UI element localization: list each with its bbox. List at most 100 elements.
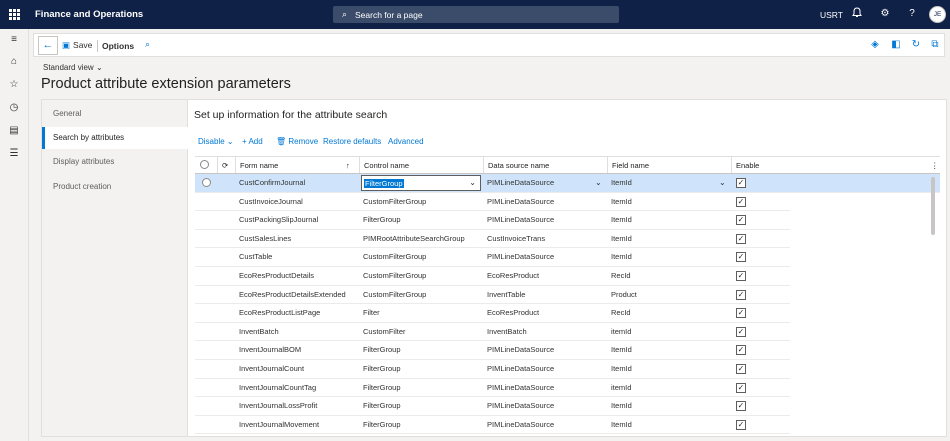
table-row[interactable]: InventBatch CustomFilter InventBatch itemId… xyxy=(195,323,790,342)
data-source-name-cell[interactable]: CustInvoiceTrans xyxy=(483,230,607,248)
enable-checkbox[interactable]: ✓ xyxy=(736,178,746,188)
field-name-cell[interactable]: ItemId xyxy=(607,211,731,229)
avatar[interactable]: JE xyxy=(929,6,946,23)
field-name-cell[interactable]: ItemId xyxy=(607,397,731,415)
field-name-cell[interactable]: RecId xyxy=(607,304,731,322)
refresh-icon[interactable]: ↻ xyxy=(910,39,922,50)
table-row[interactable]: EcoResProductDetailsExtended CustomFilter… xyxy=(195,286,790,305)
help-icon[interactable]: ? xyxy=(905,7,919,21)
global-search-box[interactable]: ⌕ Search for a page xyxy=(333,6,619,23)
data-source-name-cell[interactable]: PIMLineDataSource xyxy=(483,379,607,397)
chevron-down-icon[interactable]: ⌄ xyxy=(595,174,602,192)
enable-checkbox[interactable]: ✓ xyxy=(736,419,746,430)
enable-checkbox[interactable]: ✓ xyxy=(736,252,746,263)
row-select-cell[interactable] xyxy=(195,193,217,211)
view-selector[interactable]: Standard view ⌄ xyxy=(43,63,103,72)
control-name-cell[interactable]: CustomFilterGroup xyxy=(359,248,483,266)
enable-checkbox[interactable]: ✓ xyxy=(736,401,746,412)
control-name-cell[interactable]: CustomFilter xyxy=(359,323,483,341)
data-source-name-cell[interactable]: PIMLineDataSource xyxy=(483,248,607,266)
control-name-cell[interactable]: CustomFilterGroup xyxy=(359,286,483,304)
row-select-cell[interactable] xyxy=(195,248,217,266)
table-row[interactable]: CustSalesLines PIMRootAttributeSearchGrou… xyxy=(195,230,790,249)
row-select-cell[interactable] xyxy=(195,397,217,415)
table-row[interactable]: InventJournalBOM FilterGroup PIMLineDataSo… xyxy=(195,341,790,360)
data-source-name-cell[interactable]: PIMLineDataSource xyxy=(483,211,607,229)
form-name-cell[interactable]: CustInvoiceJournal xyxy=(235,193,359,211)
header-control-name[interactable]: Control name xyxy=(359,157,483,173)
form-name-cell[interactable]: CustPackingSlipJournal xyxy=(235,211,359,229)
table-row[interactable]: CustTable CustomFilterGroup PIMLineDataSou… xyxy=(195,248,790,267)
home-icon[interactable]: ⌂ xyxy=(7,55,21,69)
control-name-cell[interactable]: FilterGroup xyxy=(359,360,483,378)
form-name-cell[interactable]: EcoResProductDetailsExtended xyxy=(235,286,359,304)
table-row[interactable]: InventJournalCount FilterGroup PIMLineData… xyxy=(195,360,790,379)
row-select-radio[interactable] xyxy=(202,178,211,187)
select-all-column[interactable] xyxy=(195,157,217,173)
enable-checkbox[interactable]: ✓ xyxy=(736,271,746,281)
form-name-cell[interactable]: CustSalesLines xyxy=(235,230,359,248)
refresh-column[interactable]: ⟳ xyxy=(217,157,235,173)
bell-icon[interactable] xyxy=(850,7,864,23)
company-picker[interactable]: USRT xyxy=(820,10,843,20)
data-source-name-cell[interactable]: EcoResProduct xyxy=(483,267,607,285)
vertical-scrollbar[interactable] xyxy=(931,177,935,235)
enable-checkbox[interactable]: ✓ xyxy=(736,364,746,374)
control-name-cell[interactable]: FilterGroup xyxy=(359,397,483,415)
hamburger-menu-icon[interactable]: ≡ xyxy=(7,33,21,47)
chevron-down-icon[interactable]: ⌄ xyxy=(469,178,476,187)
table-row[interactable]: InventJournalLossProfit FilterGroup PIMLin… xyxy=(195,397,790,416)
form-name-cell[interactable]: InventJournalBOM xyxy=(235,341,359,359)
field-name-cell[interactable]: ItemId xyxy=(607,230,731,248)
data-source-name-cell[interactable]: PIMLineDataSource xyxy=(483,193,607,211)
modules-list-icon[interactable]: ☰ xyxy=(7,147,21,161)
form-name-cell[interactable]: CustConfirmJournal xyxy=(235,174,359,192)
form-name-cell[interactable]: InventJournalCount xyxy=(235,360,359,378)
chevron-down-icon[interactable]: ⌄ xyxy=(719,174,726,192)
add-button[interactable]: + Add xyxy=(242,137,263,146)
form-name-cell[interactable]: CustTable xyxy=(235,248,359,266)
enable-checkbox[interactable]: ✓ xyxy=(736,308,746,319)
table-row[interactable]: CustPackingSlipJournal FilterGroup PIMLine… xyxy=(195,211,790,230)
enable-checkbox[interactable]: ✓ xyxy=(736,345,746,356)
data-source-name-cell[interactable]: PIMLineDataSource xyxy=(483,174,607,192)
field-name-cell[interactable]: ItemId xyxy=(607,248,731,266)
table-row[interactable]: InventJournalCountTag FilterGroup PIMLineD… xyxy=(195,379,790,398)
action-search-icon[interactable]: ⌕ xyxy=(145,39,150,50)
workspace-icon[interactable]: ▤ xyxy=(7,124,21,138)
app-title[interactable]: Finance and Operations xyxy=(35,9,143,20)
advanced-button[interactable]: Advanced xyxy=(388,137,424,146)
data-source-name-cell[interactable]: PIMLineDataSource xyxy=(483,416,607,434)
field-name-cell[interactable]: ItemId xyxy=(607,174,731,192)
field-name-cell[interactable]: ItemId xyxy=(607,360,731,378)
header-field-name[interactable]: Field name xyxy=(607,157,731,173)
table-row[interactable]: EcoResProductDetails CustomFilterGroup Eco… xyxy=(195,267,790,286)
app-launcher-icon[interactable] xyxy=(9,9,20,20)
table-row[interactable]: EcoResProductListPage Filter EcoResProduct… xyxy=(195,304,790,323)
enable-checkbox[interactable]: ✓ xyxy=(736,233,746,244)
clock-icon[interactable]: ◷ xyxy=(7,101,21,115)
form-name-cell[interactable]: EcoResProductDetails xyxy=(235,267,359,285)
data-source-name-cell[interactable]: PIMLineDataSource xyxy=(483,360,607,378)
row-select-cell[interactable] xyxy=(195,267,217,285)
save-button[interactable]: ▣ Save xyxy=(62,40,92,51)
gear-icon[interactable]: ⚙ xyxy=(878,7,892,21)
data-source-name-cell[interactable]: PIMLineDataSource xyxy=(483,397,607,415)
disable-button[interactable]: Disable ⌄ xyxy=(198,137,234,146)
row-select-cell[interactable] xyxy=(195,341,217,359)
control-name-cell[interactable]: FilterGroup xyxy=(359,379,483,397)
data-source-name-cell[interactable]: PIMLineDataSource xyxy=(483,341,607,359)
tab-display-attributes[interactable]: Display attributes xyxy=(42,151,188,173)
field-name-cell[interactable]: itemId xyxy=(607,379,731,397)
row-select-cell[interactable] xyxy=(195,174,217,192)
enable-checkbox[interactable]: ✓ xyxy=(736,289,746,300)
back-button[interactable]: ← xyxy=(38,36,58,55)
field-name-cell[interactable]: ItemId xyxy=(607,416,731,434)
control-name-cell[interactable]: FilterGroup xyxy=(359,341,483,359)
data-source-name-cell[interactable]: InventTable xyxy=(483,286,607,304)
field-name-cell[interactable]: RecId xyxy=(607,267,731,285)
form-name-cell[interactable]: InventBatch xyxy=(235,323,359,341)
remove-button[interactable]: 🗑 Remove xyxy=(276,137,318,146)
form-name-cell[interactable]: InventJournalLossProfit xyxy=(235,397,359,415)
form-name-cell[interactable]: InventJournalMovement xyxy=(235,416,359,434)
